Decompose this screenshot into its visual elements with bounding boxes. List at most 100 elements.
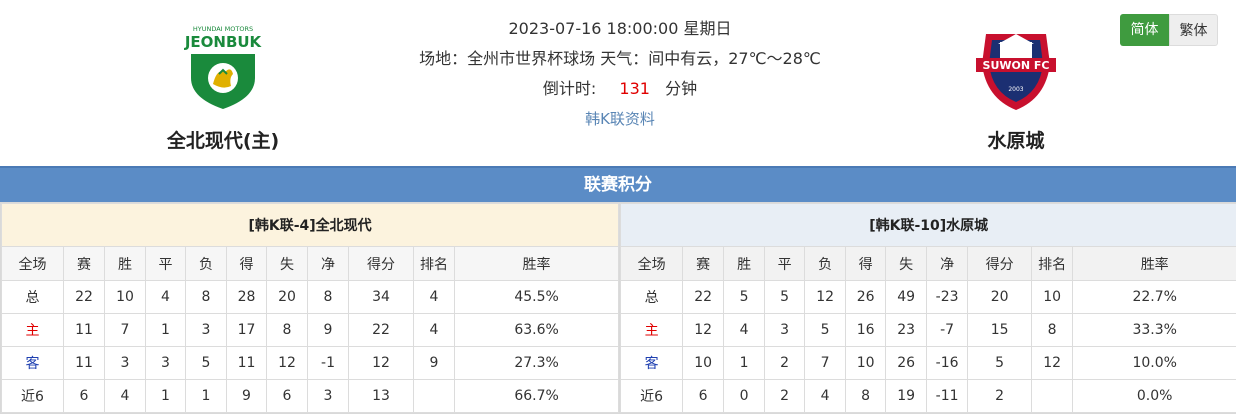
home-column-header: 全场: [1, 246, 64, 281]
table-cell: 12: [804, 280, 847, 314]
table-cell: 8: [185, 280, 227, 314]
table-cell: 20: [967, 280, 1033, 314]
away-column-header: 胜率: [1072, 246, 1236, 281]
table-row: 近6 6 4 1 1 9 6 3 13 66.7%: [1, 379, 620, 413]
traditional-chinese-button[interactable]: 繁体: [1169, 14, 1218, 46]
table-cell: 66.7%: [453, 379, 620, 413]
simplified-chinese-button[interactable]: 简体: [1120, 14, 1169, 46]
table-cell: 3: [307, 379, 349, 413]
table-cell: 10: [845, 346, 887, 380]
table-cell: 4: [145, 280, 186, 314]
table-cell: 26: [845, 280, 887, 314]
jeonbuk-logo-icon: HYUNDAI MOTORS JEONBUK: [184, 25, 263, 109]
away-column-header: 赛: [682, 246, 725, 281]
table-cell: 3: [764, 313, 806, 347]
table-cell: -11: [926, 379, 969, 413]
table-cell: -1: [307, 346, 349, 380]
svg-text:JEONBUK: JEONBUK: [184, 33, 263, 51]
table-cell: 5: [185, 346, 227, 380]
table-cell: 2: [967, 379, 1033, 413]
table-row: 客 10 1 2 7 10 26 -16 5 12 10.0%: [620, 346, 1236, 380]
table-cell: 63.6%: [453, 313, 620, 347]
away-column-header: 得: [845, 246, 887, 281]
table-row: 主 12 4 3 5 16 23 -7 15 8 33.3%: [620, 313, 1236, 347]
table-cell: 4: [104, 379, 146, 413]
table-cell: 6: [266, 379, 308, 413]
table-cell: 12: [682, 313, 725, 347]
table-cell: 8: [1031, 313, 1074, 347]
table-row: 总 22 10 4 8 28 20 8 34 4 45.5%: [1, 280, 620, 314]
table-cell: 4: [413, 280, 455, 314]
svg-text:HYUNDAI MOTORS: HYUNDAI MOTORS: [193, 25, 253, 33]
standings-tables: [韩K联-4]全北现代 全场赛胜平负得失净得分 排名 胜率 总 22 10 4 8 28 20 8…: [0, 202, 1236, 414]
home-team-name: 全北现代(主): [166, 130, 280, 152]
away-column-header: 平: [764, 246, 806, 281]
row-label: 总: [1, 280, 64, 314]
away-column-header: 排名: [1031, 246, 1074, 281]
home-team[interactable]: HYUNDAI MOTORS JEONBUK 全北现代(主): [153, 16, 293, 153]
table-cell: 22: [682, 280, 725, 314]
row-label: 近6: [620, 379, 684, 413]
home-standings-table: [韩K联-4]全北现代 全场赛胜平负得失净得分 排名 胜率 总 22 10 4 8 28 20 8…: [0, 203, 620, 413]
row-label: 主: [620, 313, 684, 347]
row-label: 总: [620, 280, 684, 314]
svg-text:2003: 2003: [1008, 86, 1023, 93]
table-cell: 0.0%: [1072, 379, 1236, 413]
away-column-header: 失: [885, 246, 928, 281]
home-column-header: 平: [145, 246, 186, 281]
match-header: HYUNDAI MOTORS JEONBUK 全北现代(主) 2023-07-1…: [0, 0, 1236, 166]
table-cell: 8: [845, 379, 887, 413]
table-cell: 10.0%: [1072, 346, 1236, 380]
table-cell: [1031, 379, 1074, 413]
home-column-header: 排名: [413, 246, 455, 281]
table-cell: 7: [104, 313, 146, 347]
match-countdown: 倒计时: 131 分钟: [350, 76, 890, 106]
row-label: 近6: [1, 379, 64, 413]
table-cell: 10: [1031, 280, 1074, 314]
table-cell: 3: [185, 313, 227, 347]
table-cell: 17: [226, 313, 267, 347]
table-cell: 49: [885, 280, 928, 314]
table-row: 近6 6 0 2 4 8 19 -11 2 0.0%: [620, 379, 1236, 413]
table-cell: 22: [63, 280, 105, 314]
table-cell: 10: [104, 280, 146, 314]
table-cell: 33.3%: [1072, 313, 1236, 347]
countdown-label: 倒计时:: [542, 79, 597, 98]
home-column-header: 负: [185, 246, 227, 281]
table-cell: 34: [348, 280, 414, 314]
table-cell: 8: [266, 313, 308, 347]
table-cell: 1: [723, 346, 766, 380]
table-cell: 2: [764, 379, 806, 413]
table-cell: -16: [926, 346, 969, 380]
match-venue-weather: 场地：全州市世界杯球场 天气：间中有云，27℃～28℃: [419, 49, 821, 68]
table-cell: 1: [145, 313, 186, 347]
table-cell: 20: [266, 280, 308, 314]
table-cell: 0: [723, 379, 766, 413]
table-cell: 12: [348, 346, 414, 380]
home-column-header: 胜: [104, 246, 146, 281]
table-cell: 9: [226, 379, 267, 413]
table-row: 客 11 3 3 5 11 12 -1 12 9 27.3%: [1, 346, 620, 380]
table-cell: 1: [185, 379, 227, 413]
away-team[interactable]: SUWON FC 2003 水原城: [946, 16, 1086, 153]
home-column-header: 得分: [348, 246, 414, 281]
table-cell: -23: [926, 280, 969, 314]
table-cell: 3: [145, 346, 186, 380]
svg-text:SUWON FC: SUWON FC: [983, 59, 1050, 72]
row-label: 主: [1, 313, 64, 347]
home-column-header: 净: [307, 246, 349, 281]
countdown-unit: 分钟: [665, 79, 698, 98]
table-cell: 23: [885, 313, 928, 347]
home-table-caption: [韩K联-4]全北现代: [0, 203, 620, 247]
table-cell: 12: [266, 346, 308, 380]
away-standings-table: [韩K联-10]水原城 全场赛胜平负得失净得分 排名 胜率 总 22 5 5 12 26 49-…: [620, 203, 1236, 413]
league-link-row: 韩K联资料: [350, 106, 890, 136]
away-column-header: 胜: [723, 246, 766, 281]
home-column-header: 失: [266, 246, 308, 281]
table-cell: 9: [413, 346, 455, 380]
table-cell: 19: [885, 379, 928, 413]
table-cell: 4: [804, 379, 847, 413]
away-column-header: 净: [926, 246, 969, 281]
match-info: 2023-07-16 18:00:00 星期日 场地：全州市世界杯球场 天气：间…: [350, 16, 890, 136]
league-info-link[interactable]: 韩K联资料: [585, 110, 655, 128]
